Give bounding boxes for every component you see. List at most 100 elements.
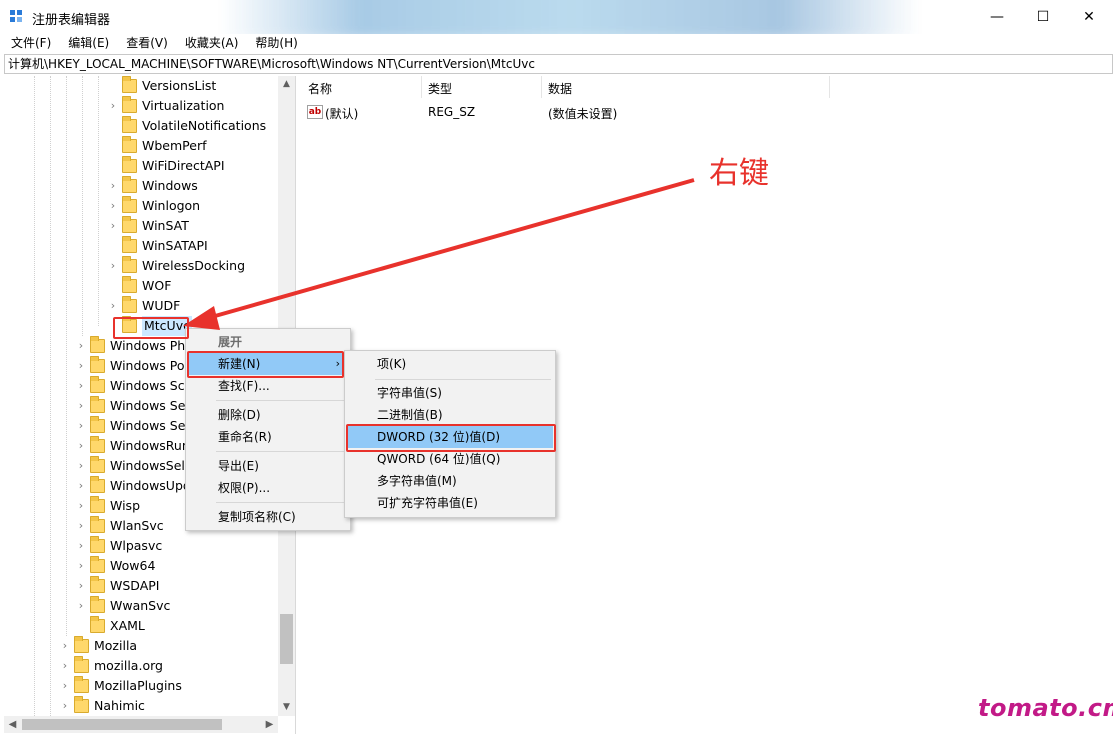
menu-help[interactable]: 帮助(H) xyxy=(244,34,303,54)
scroll-up-icon[interactable]: ▲ xyxy=(278,76,295,93)
expand-chevron-icon[interactable]: › xyxy=(76,416,86,436)
tree-item[interactable]: › Nahimic xyxy=(4,696,278,716)
tree-item[interactable]: › mozilla.org xyxy=(4,656,278,676)
watermark: tomato.cm xyxy=(978,694,1113,722)
submenu-binary-value[interactable]: 二进制值(B) xyxy=(347,404,553,426)
folder-icon xyxy=(122,276,137,293)
expand-chevron-icon[interactable]: › xyxy=(76,556,86,576)
scroll-thumb[interactable] xyxy=(280,614,293,664)
expand-chevron-icon[interactable]: › xyxy=(108,96,118,116)
menu-permissions[interactable]: 权限(P)... xyxy=(188,477,348,499)
folder-icon xyxy=(122,76,137,93)
expand-chevron-icon[interactable]: › xyxy=(60,636,70,656)
tree-item-label: WwanSvc xyxy=(110,598,171,613)
tree-item-label: Wisp xyxy=(110,498,141,513)
menu-rename[interactable]: 重命名(R) xyxy=(188,426,348,448)
submenu-key[interactable]: 项(K) xyxy=(347,353,553,375)
menu-edit[interactable]: 编辑(E) xyxy=(57,34,115,54)
tree-horizontal-scrollbar[interactable]: ◀ ▶ xyxy=(4,716,278,733)
tree-item[interactable]: › Wow64 xyxy=(4,556,278,576)
tree-item[interactable]: › WSDAPI xyxy=(4,576,278,596)
scroll-down-icon[interactable]: ▼ xyxy=(278,699,295,716)
submenu-expandable-string-value[interactable]: 可扩充字符串值(E) xyxy=(347,492,553,514)
hscroll-thumb[interactable] xyxy=(22,719,222,730)
tree-item-label: WindowsRun xyxy=(110,438,190,453)
expand-chevron-icon[interactable]: › xyxy=(76,376,86,396)
expand-chevron-icon[interactable]: › xyxy=(108,216,118,236)
submenu-string-value[interactable]: 字符串值(S) xyxy=(347,382,553,404)
expand-chevron-icon[interactable]: › xyxy=(76,536,86,556)
expand-chevron-icon[interactable]: › xyxy=(60,656,70,676)
tree-item[interactable]: › WirelessDocking xyxy=(4,256,278,276)
tree-item[interactable]: › Mozilla xyxy=(4,636,278,656)
expand-chevron-icon[interactable]: › xyxy=(108,296,118,316)
tree-item-label: WiFiDirectAPI xyxy=(142,158,225,173)
expand-chevron-icon[interactable]: › xyxy=(108,176,118,196)
folder-icon xyxy=(122,96,137,113)
expand-chevron-icon[interactable]: › xyxy=(76,476,86,496)
column-type-header[interactable]: 类型 xyxy=(428,80,452,97)
tree-item-label: Windows Sea xyxy=(110,398,194,413)
tree-item[interactable]: WinSATAPI xyxy=(4,236,278,256)
tree-item[interactable]: › Wlpasvc xyxy=(4,536,278,556)
expand-chevron-icon[interactable]: › xyxy=(108,196,118,216)
tree-item[interactable]: VersionsList xyxy=(4,76,278,96)
folder-icon xyxy=(90,356,105,373)
maximize-button[interactable]: ☐ xyxy=(1020,0,1066,34)
menu-view[interactable]: 查看(V) xyxy=(115,34,174,54)
address-bar[interactable]: 计算机\HKEY_LOCAL_MACHINE\SOFTWARE\Microsof… xyxy=(4,54,1113,74)
folder-icon xyxy=(122,176,137,193)
folder-icon xyxy=(122,136,137,153)
tree-item[interactable]: WOF xyxy=(4,276,278,296)
tree-item[interactable]: WbemPerf xyxy=(4,136,278,156)
value-type[interactable]: REG_SZ xyxy=(428,105,475,119)
expand-chevron-icon[interactable]: › xyxy=(60,696,70,716)
menu-export[interactable]: 导出(E) xyxy=(188,455,348,477)
tree-item[interactable]: › WinSAT xyxy=(4,216,278,236)
folder-icon xyxy=(90,536,105,553)
column-name-header[interactable]: 名称 xyxy=(308,80,332,97)
tree-item[interactable]: XAML xyxy=(4,616,278,636)
tree-item[interactable]: › WUDF xyxy=(4,296,278,316)
menu-bar: 文件(F) 编辑(E) 查看(V) 收藏夹(A) 帮助(H) xyxy=(0,34,1113,54)
window-title: 注册表编辑器 xyxy=(32,13,111,28)
tree-item-label: WOF xyxy=(142,278,172,293)
folder-icon xyxy=(90,456,105,473)
menu-find[interactable]: 查找(F)... xyxy=(188,375,348,397)
tree-item[interactable]: › Windows xyxy=(4,176,278,196)
scroll-left-icon[interactable]: ◀ xyxy=(4,716,21,733)
value-name[interactable]: (默认) xyxy=(325,105,358,122)
tree-item[interactable]: › MozillaPlugins xyxy=(4,676,278,696)
expand-chevron-icon[interactable]: › xyxy=(76,596,86,616)
column-data-header[interactable]: 数据 xyxy=(548,80,572,97)
minimize-button[interactable]: — xyxy=(974,0,1020,34)
tree-item[interactable]: › WwanSvc xyxy=(4,596,278,616)
tree-item[interactable]: › Virtualization xyxy=(4,96,278,116)
expand-chevron-icon[interactable]: › xyxy=(76,356,86,376)
expand-chevron-icon[interactable]: › xyxy=(108,256,118,276)
value-data[interactable]: (数值未设置) xyxy=(548,105,617,122)
expand-chevron-icon[interactable]: › xyxy=(76,436,86,456)
expand-chevron-icon[interactable]: › xyxy=(60,676,70,696)
tree-item[interactable]: › Winlogon xyxy=(4,196,278,216)
tree-item[interactable]: WiFiDirectAPI xyxy=(4,156,278,176)
tree-item-label: VersionsList xyxy=(142,78,217,93)
expand-chevron-icon[interactable]: › xyxy=(76,516,86,536)
scroll-right-icon[interactable]: ▶ xyxy=(261,716,278,733)
tree-item[interactable]: VolatileNotifications xyxy=(4,116,278,136)
regedit-icon xyxy=(10,10,24,24)
expand-chevron-icon[interactable]: › xyxy=(76,456,86,476)
expand-chevron-icon[interactable]: › xyxy=(76,496,86,516)
menu-favorites[interactable]: 收藏夹(A) xyxy=(174,34,245,54)
menu-file[interactable]: 文件(F) xyxy=(0,34,57,54)
close-button[interactable]: ✕ xyxy=(1066,0,1112,34)
expand-chevron-icon[interactable]: › xyxy=(76,336,86,356)
menu-expand[interactable]: 展开 xyxy=(188,331,348,353)
expand-chevron-icon[interactable]: › xyxy=(76,576,86,596)
submenu-multistring-value[interactable]: 多字符串值(M) xyxy=(347,470,553,492)
expand-chevron-icon[interactable]: › xyxy=(76,396,86,416)
string-value-icon: ab xyxy=(307,105,323,119)
menu-copy-key-name[interactable]: 复制项名称(C) xyxy=(188,506,348,528)
menu-delete[interactable]: 删除(D) xyxy=(188,404,348,426)
tree-item-label: Windows xyxy=(142,178,198,193)
